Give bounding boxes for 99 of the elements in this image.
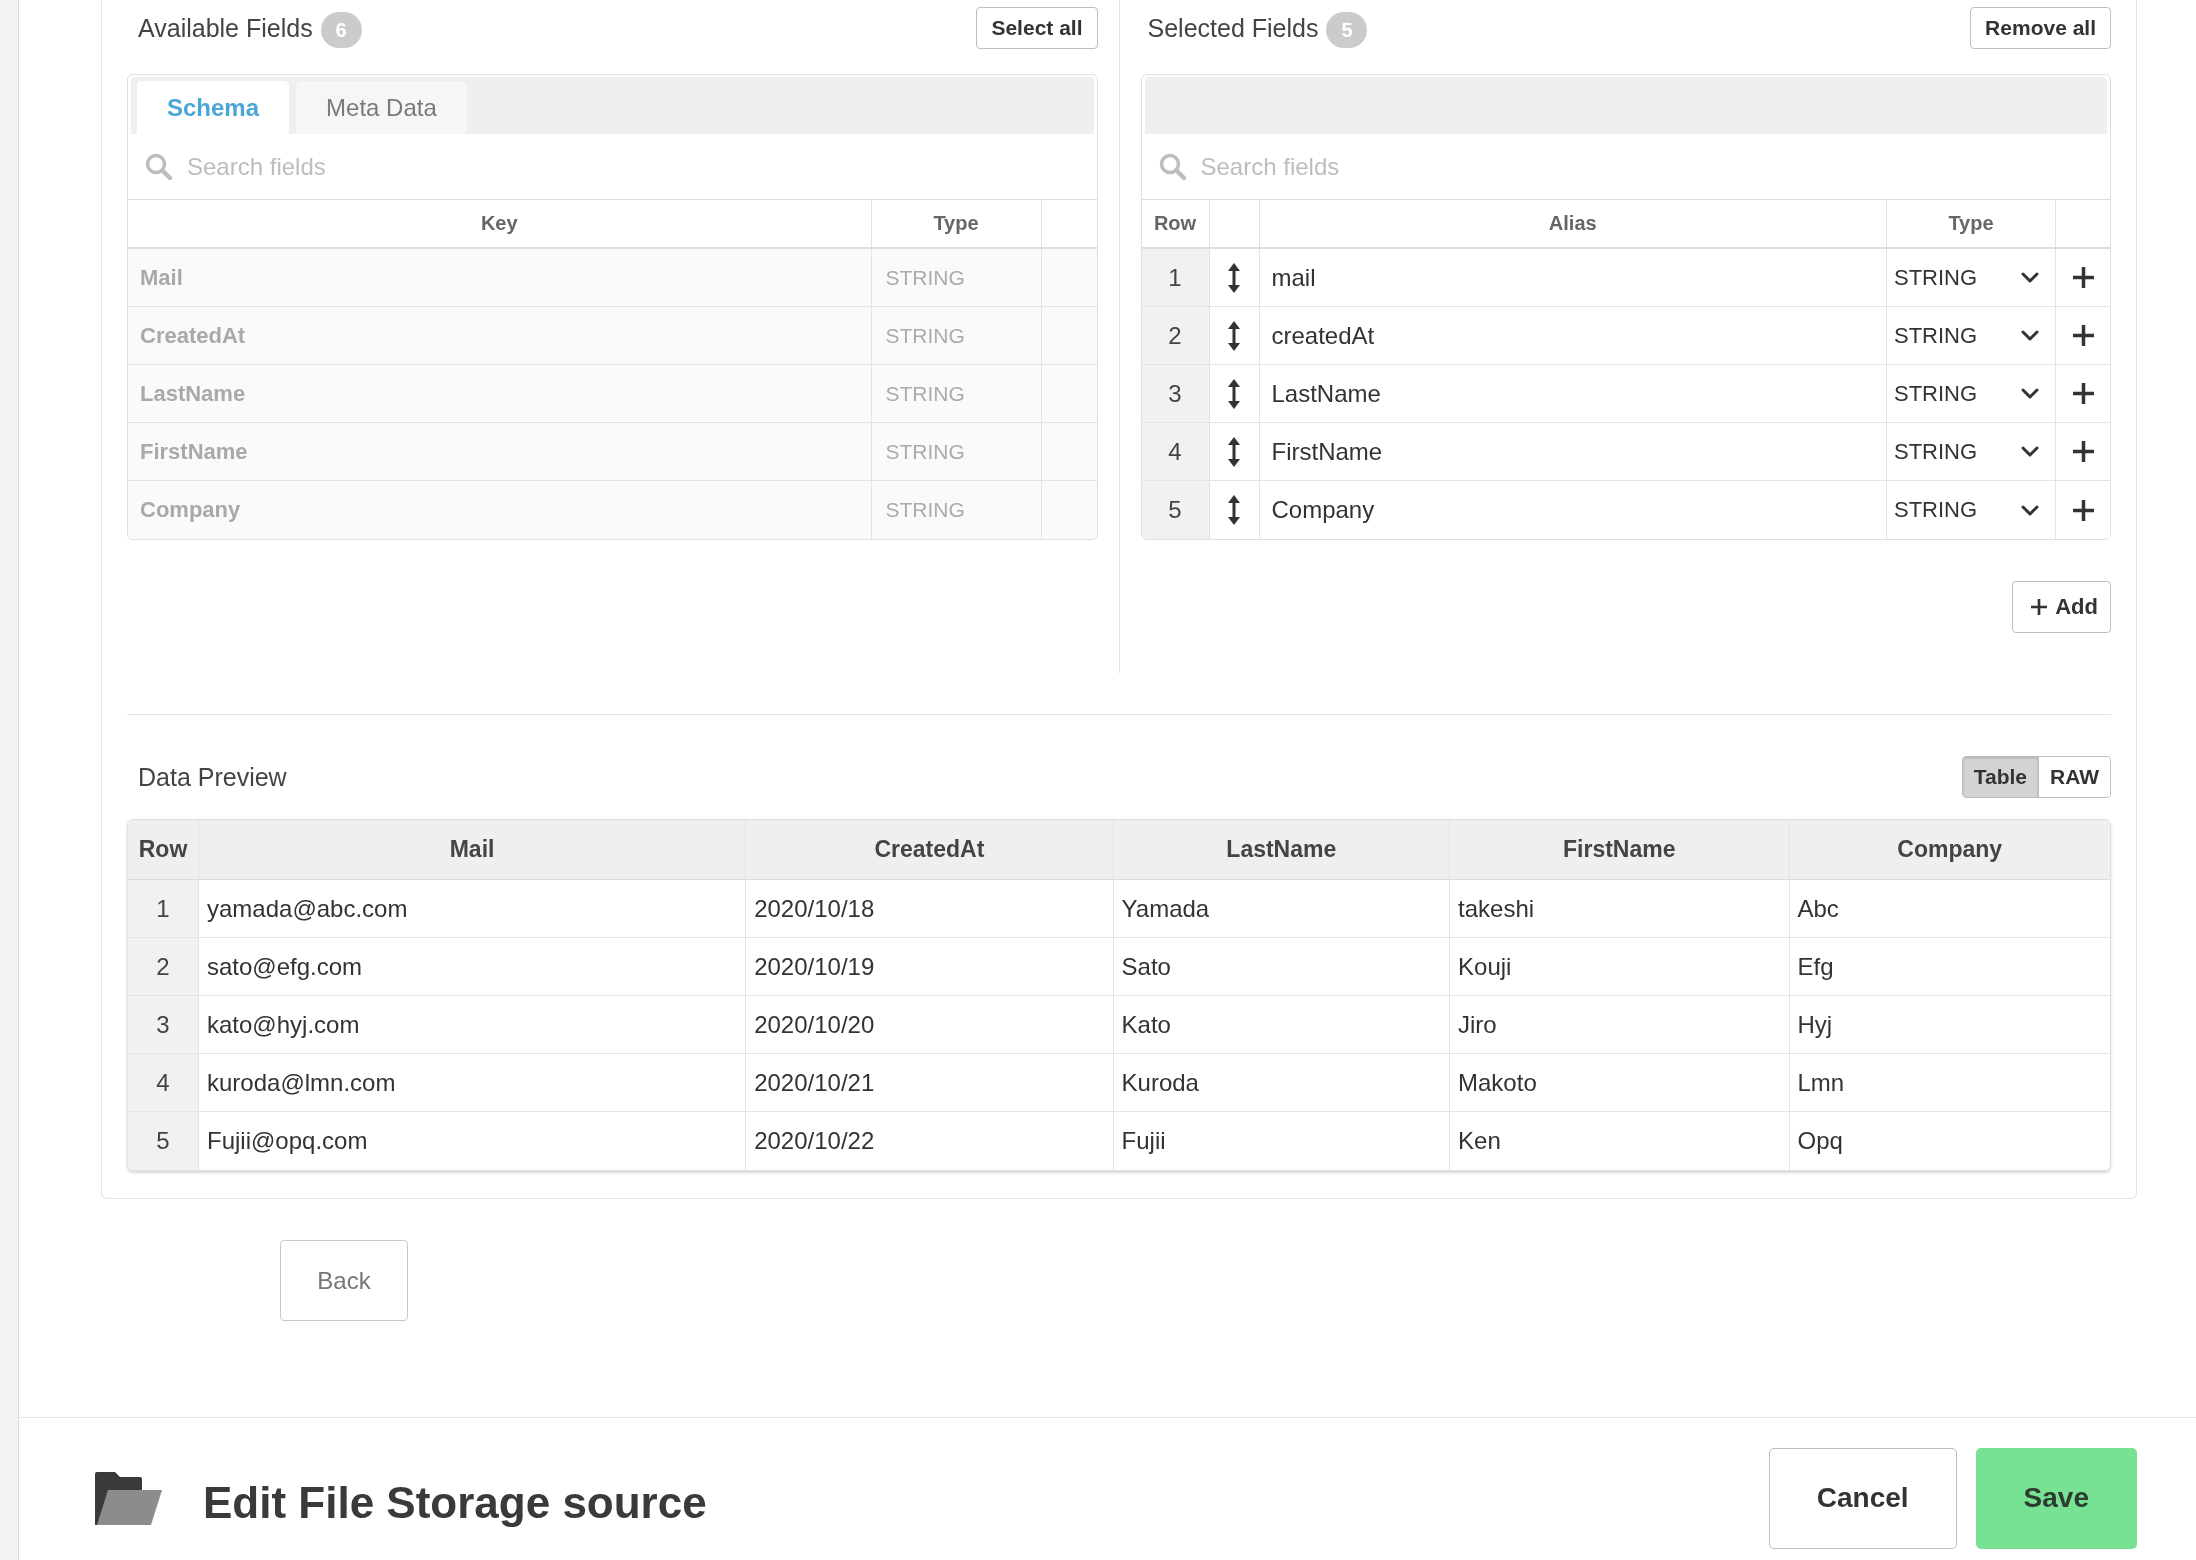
row-number: 5: [128, 1112, 199, 1170]
type-select[interactable]: STRING: [1887, 423, 2056, 480]
drag-handle-icon[interactable]: [1227, 378, 1241, 409]
back-button[interactable]: Back: [280, 1240, 408, 1321]
table-cell: STRING: [871, 481, 1042, 539]
table-cell-text: Efg: [1796, 951, 1835, 982]
table-cell: Makoto: [1450, 1054, 1790, 1111]
table-cell: yamada@abc.com: [199, 880, 747, 937]
column-header: Mail: [199, 820, 747, 879]
chevron-down-icon: [2021, 272, 2039, 283]
chevron-down-icon: [2021, 446, 2039, 457]
column-header: Alias: [1259, 200, 1887, 247]
table-cell: kato@hyj.com: [199, 996, 747, 1053]
table-cell: Company: [1259, 481, 1887, 539]
table-cell: FirstName: [1259, 423, 1887, 480]
drag-handle-icon[interactable]: [1227, 320, 1241, 351]
table-cell: LastName: [128, 365, 872, 422]
column-header: Key: [128, 200, 872, 247]
drag-handle-icon[interactable]: [1227, 495, 1241, 525]
table-cell: LastName: [1259, 365, 1887, 422]
chevron-down-icon: [2021, 504, 2039, 516]
select-all-button[interactable]: Select all: [976, 7, 1098, 49]
row-number: 1: [1141, 249, 1210, 306]
table-cell: Sato: [1113, 938, 1451, 995]
drag-handle-icon[interactable]: [1227, 262, 1241, 293]
table-cell: STRING: [871, 365, 1042, 422]
row-number: 3: [128, 996, 199, 1053]
page-title: Edit File Storage source: [203, 1477, 707, 1528]
cancel-button[interactable]: Cancel: [1768, 1447, 1957, 1549]
table-cell-text: Abc: [1796, 893, 1840, 924]
plus-icon[interactable]: [2072, 267, 2094, 288]
column-header: FirstName: [1450, 820, 1790, 879]
table-cell: 2020/10/20: [746, 996, 1114, 1053]
table-cell: 2020/10/19: [746, 938, 1114, 995]
table-cell: Jiro: [1450, 996, 1790, 1053]
table-cell: createdAt: [1259, 307, 1887, 364]
plus-icon[interactable]: [2072, 441, 2094, 462]
column-header: CreatedAt: [746, 820, 1114, 879]
row-number: 4: [128, 1054, 199, 1111]
plus-icon[interactable]: [2072, 383, 2094, 404]
table-cell: CreatedAt: [128, 307, 872, 364]
save-button[interactable]: Save: [1975, 1447, 2137, 1549]
table-cell: Company: [128, 481, 872, 539]
table-cell: takeshi: [1450, 880, 1790, 937]
table-cell: Fujii@opq.com: [199, 1112, 747, 1170]
table-cell-text: Opq: [1796, 1126, 1844, 1156]
search-field[interactable]: Search fields: [187, 146, 1097, 187]
table-cell: 2020/10/21: [746, 1054, 1114, 1111]
chevron-down-icon: [2021, 388, 2039, 399]
section-title: Available Fields: [138, 13, 313, 43]
type-select[interactable]: STRING: [1887, 481, 2056, 539]
column-header: Type: [871, 200, 1042, 247]
table-cell: sato@efg.com: [199, 938, 747, 995]
table-cell: Yamada: [1113, 880, 1451, 937]
row-number: 2: [128, 938, 199, 995]
table-cell: Kouji: [1450, 938, 1790, 995]
section-title: Data Preview: [138, 762, 287, 792]
table-cell: STRING: [871, 423, 1042, 480]
table-cell: Kuroda: [1113, 1054, 1451, 1111]
column-header: Company: [1896, 835, 2004, 864]
column-header: LastName: [1113, 820, 1451, 879]
type-select[interactable]: STRING: [1887, 365, 2056, 422]
table-cell-text: Lmn: [1796, 1067, 1846, 1098]
row-number: 5: [1141, 481, 1210, 539]
table-cell: kuroda@lmn.com: [199, 1054, 747, 1111]
table-cell: mail: [1259, 249, 1887, 306]
column-header: Row: [128, 820, 199, 879]
folder-icon: [95, 1471, 162, 1525]
row-number: 3: [1141, 365, 1210, 422]
row-number: 2: [1141, 307, 1210, 364]
type-select[interactable]: STRING: [1887, 249, 2056, 306]
view-toggle[interactable]: Table: [1962, 757, 2039, 797]
table-cell-text: Hyj: [1796, 1009, 1834, 1040]
table-cell: 2020/10/18: [746, 880, 1114, 937]
table-cell: Mail: [128, 249, 872, 306]
table-cell: Kato: [1113, 996, 1451, 1053]
column-header: Row: [1141, 200, 1210, 247]
search-icon: [1158, 153, 1186, 180]
type-select[interactable]: STRING: [1887, 307, 2056, 364]
plus-icon[interactable]: [2072, 499, 2094, 521]
table-cell: Ken: [1450, 1112, 1790, 1170]
chevron-down-icon: [2021, 330, 2039, 341]
section-title: Selected Fields: [1147, 13, 1319, 43]
search-field[interactable]: Search fields: [1200, 146, 2110, 187]
table-cell: STRING: [871, 307, 1042, 364]
remove-all-button[interactable]: Remove all: [1970, 7, 2111, 49]
table-cell: 2020/10/22: [746, 1112, 1114, 1170]
column-header: Type: [1887, 200, 2056, 247]
drag-handle-icon[interactable]: [1227, 436, 1241, 467]
add-button[interactable]: Add: [2012, 581, 2111, 633]
row-number: 1: [128, 880, 199, 937]
row-number: 4: [1141, 423, 1210, 480]
plus-icon: [2031, 599, 2048, 615]
table-cell: Fujii: [1113, 1112, 1451, 1170]
plus-icon[interactable]: [2072, 325, 2094, 346]
tab[interactable]: Meta Data: [296, 81, 467, 134]
table-cell: STRING: [871, 249, 1042, 306]
table-cell: FirstName: [128, 423, 872, 480]
search-icon: [145, 153, 172, 180]
